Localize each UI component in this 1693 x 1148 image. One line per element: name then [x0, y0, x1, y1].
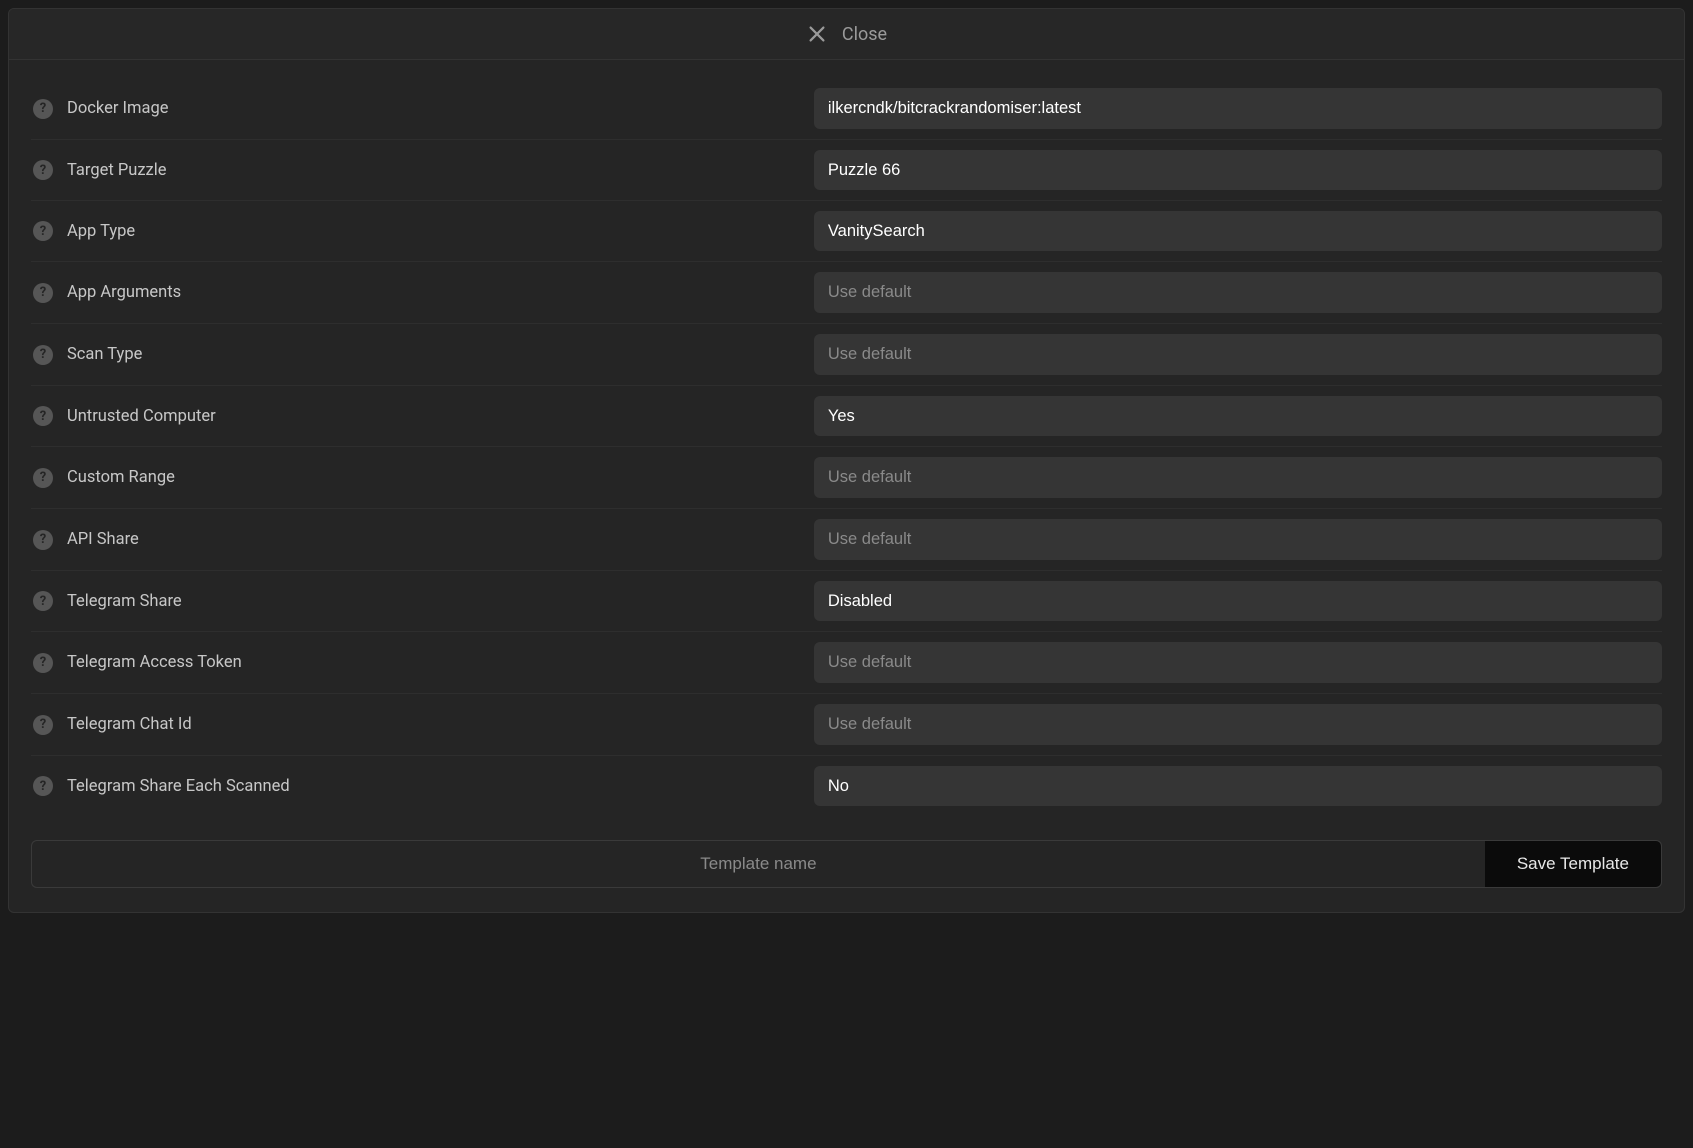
- label-untrusted-computer: Untrusted Computer: [67, 407, 216, 426]
- select-untrusted-computer[interactable]: Yes: [814, 396, 1662, 436]
- help-icon[interactable]: ?: [33, 99, 53, 119]
- label-scan-type: Scan Type: [67, 345, 142, 364]
- input-custom-range[interactable]: [814, 457, 1662, 498]
- label-docker-image: Docker Image: [67, 99, 168, 118]
- label-app-arguments: App Arguments: [67, 283, 181, 302]
- select-target-puzzle[interactable]: Puzzle 66: [814, 150, 1662, 190]
- label-telegram-chat-id: Telegram Chat Id: [67, 715, 192, 734]
- row-target-puzzle: ? Target Puzzle Puzzle 66: [31, 140, 1662, 201]
- help-icon[interactable]: ?: [33, 345, 53, 365]
- input-api-share[interactable]: [814, 519, 1662, 560]
- row-scan-type: ? Scan Type: [31, 324, 1662, 386]
- row-telegram-share-each-scanned: ? Telegram Share Each Scanned No: [31, 756, 1662, 816]
- label-custom-range: Custom Range: [67, 468, 175, 487]
- row-api-share: ? API Share: [31, 509, 1662, 571]
- label-app-type: App Type: [67, 222, 135, 241]
- label-telegram-share: Telegram Share: [67, 592, 182, 611]
- row-docker-image: ? Docker Image: [31, 78, 1662, 140]
- close-icon: [806, 23, 828, 45]
- label-telegram-share-each-scanned: Telegram Share Each Scanned: [67, 777, 290, 796]
- label-api-share: API Share: [67, 530, 139, 549]
- input-scan-type[interactable]: [814, 334, 1662, 375]
- help-icon[interactable]: ?: [33, 653, 53, 673]
- help-icon[interactable]: ?: [33, 591, 53, 611]
- modal-body: ? Docker Image ? Target Puzzle Puzzle 66…: [9, 60, 1684, 824]
- help-icon[interactable]: ?: [33, 468, 53, 488]
- row-telegram-share: ? Telegram Share Disabled: [31, 571, 1662, 632]
- row-custom-range: ? Custom Range: [31, 447, 1662, 509]
- help-icon[interactable]: ?: [33, 530, 53, 550]
- select-telegram-share-each-scanned[interactable]: No: [814, 766, 1662, 806]
- row-untrusted-computer: ? Untrusted Computer Yes: [31, 386, 1662, 447]
- input-telegram-access-token[interactable]: [814, 642, 1662, 683]
- input-telegram-chat-id[interactable]: [814, 704, 1662, 745]
- input-docker-image[interactable]: [814, 88, 1662, 129]
- row-app-arguments: ? App Arguments: [31, 262, 1662, 324]
- help-icon[interactable]: ?: [33, 283, 53, 303]
- input-template-name[interactable]: [31, 840, 1485, 888]
- input-app-arguments[interactable]: [814, 272, 1662, 313]
- label-target-puzzle: Target Puzzle: [67, 161, 167, 180]
- close-label: Close: [842, 24, 887, 45]
- help-icon[interactable]: ?: [33, 221, 53, 241]
- modal-header[interactable]: Close: [9, 9, 1684, 60]
- modal-footer: Save Template: [9, 824, 1684, 912]
- help-icon[interactable]: ?: [33, 776, 53, 796]
- select-app-type[interactable]: VanitySearch: [814, 211, 1662, 251]
- save-template-button[interactable]: Save Template: [1485, 840, 1662, 888]
- help-icon[interactable]: ?: [33, 160, 53, 180]
- select-telegram-share[interactable]: Disabled: [814, 581, 1662, 621]
- settings-modal: Close ? Docker Image ? Target Puzzle Puz…: [8, 8, 1685, 913]
- row-telegram-access-token: ? Telegram Access Token: [31, 632, 1662, 694]
- help-icon[interactable]: ?: [33, 406, 53, 426]
- label-telegram-access-token: Telegram Access Token: [67, 653, 242, 672]
- row-app-type: ? App Type VanitySearch: [31, 201, 1662, 262]
- row-telegram-chat-id: ? Telegram Chat Id: [31, 694, 1662, 756]
- help-icon[interactable]: ?: [33, 715, 53, 735]
